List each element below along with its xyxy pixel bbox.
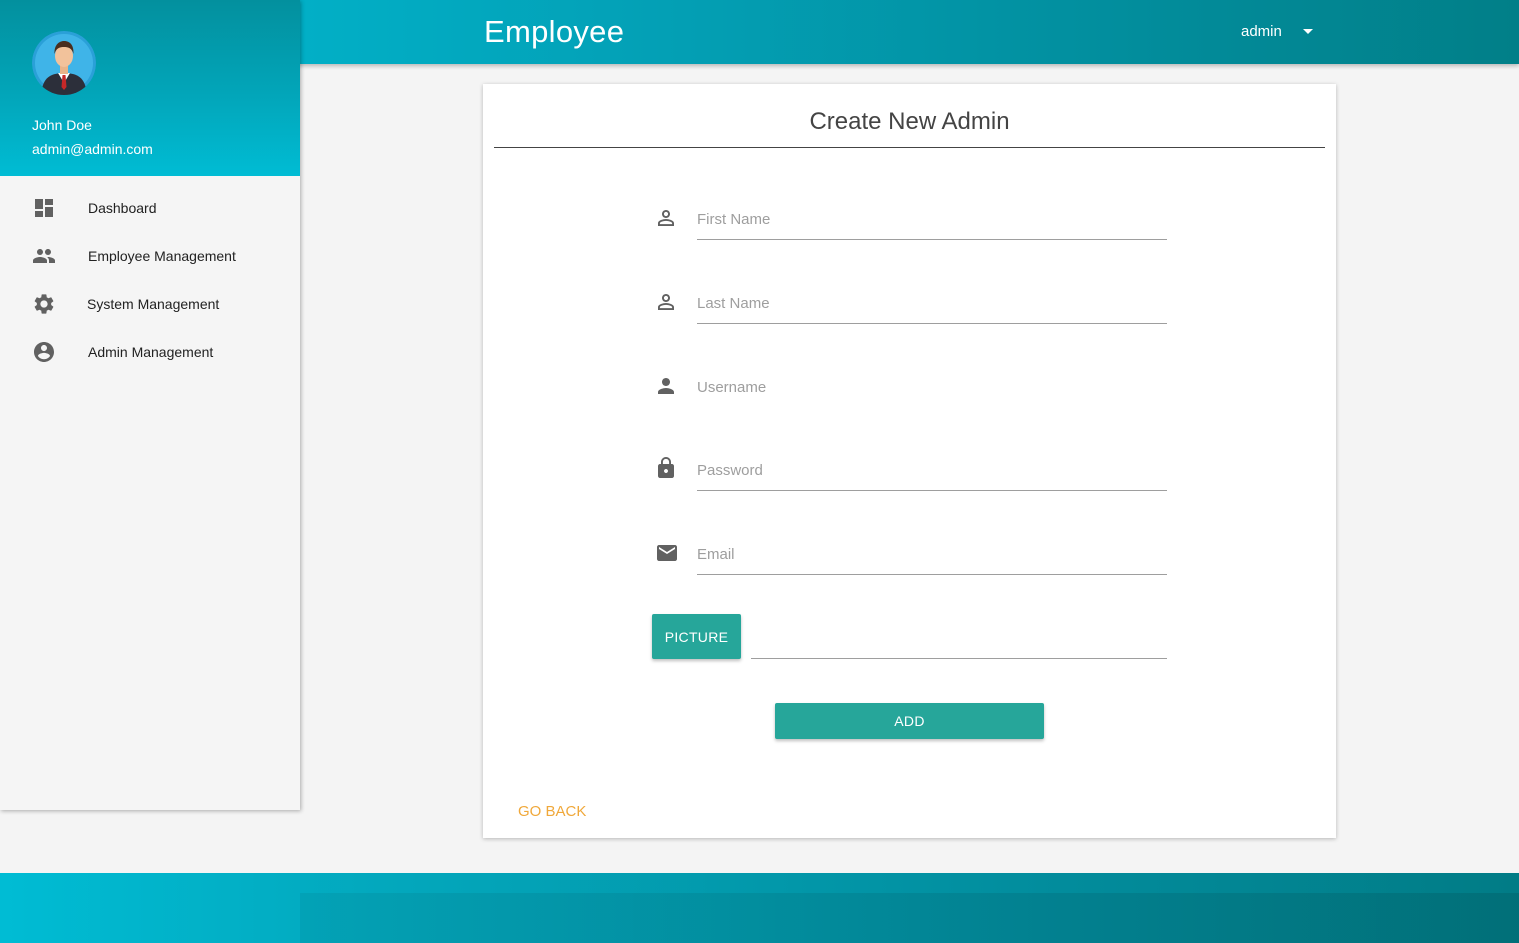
avatar-image: [32, 31, 96, 95]
title-divider: [494, 147, 1325, 148]
go-back-link[interactable]: GO BACK: [518, 803, 586, 820]
user-menu-dropdown[interactable]: admin: [1241, 23, 1313, 40]
sidebar: John Doe admin@admin.com Dashboard Emplo…: [0, 0, 300, 810]
sidebar-item-label: System Management: [87, 296, 220, 312]
dashboard-icon: [32, 196, 56, 220]
footer-inner: [300, 893, 1519, 943]
account-circle-icon: [32, 340, 56, 364]
page-title: Create New Admin: [809, 108, 1010, 135]
sidebar-item-label: Admin Management: [88, 344, 214, 360]
password-input[interactable]: [697, 451, 1167, 491]
sidebar-item-label: Dashboard: [88, 200, 157, 216]
people-icon: [32, 244, 56, 268]
picture-upload-button[interactable]: PICTURE: [652, 614, 741, 659]
email-icon: [654, 541, 678, 565]
sidebar-item-admin-management[interactable]: Admin Management: [0, 328, 300, 376]
app-title: Employee: [484, 14, 625, 49]
create-admin-card: Create New Admin PICTURE: [483, 84, 1336, 838]
sidebar-item-employee-management[interactable]: Employee Management: [0, 232, 300, 280]
person-outline-icon: [654, 290, 678, 314]
sidebar-item-dashboard[interactable]: Dashboard: [0, 184, 300, 232]
picture-file-path-input[interactable]: [751, 619, 1167, 659]
sidebar-item-system-management[interactable]: System Management: [0, 280, 300, 328]
gear-icon: [32, 292, 56, 316]
footer: [0, 873, 1519, 943]
lock-icon: [654, 456, 678, 480]
username-input[interactable]: [697, 368, 1167, 408]
user-email: admin@admin.com: [32, 141, 153, 157]
sidebar-item-label: Employee Management: [88, 248, 236, 264]
sidebar-user-header: John Doe admin@admin.com: [0, 0, 300, 176]
person-outline-icon: [654, 206, 678, 230]
avatar: [32, 31, 96, 95]
last-name-input[interactable]: [697, 284, 1167, 324]
sidebar-nav: Dashboard Employee Management System Man…: [0, 184, 300, 376]
caret-down-icon: [1302, 29, 1313, 34]
user-name: John Doe: [32, 117, 92, 133]
add-button[interactable]: ADD: [775, 703, 1044, 739]
person-icon: [654, 374, 678, 398]
email-input[interactable]: [697, 535, 1167, 575]
user-menu-label: admin: [1241, 23, 1282, 40]
first-name-input[interactable]: [697, 200, 1167, 240]
